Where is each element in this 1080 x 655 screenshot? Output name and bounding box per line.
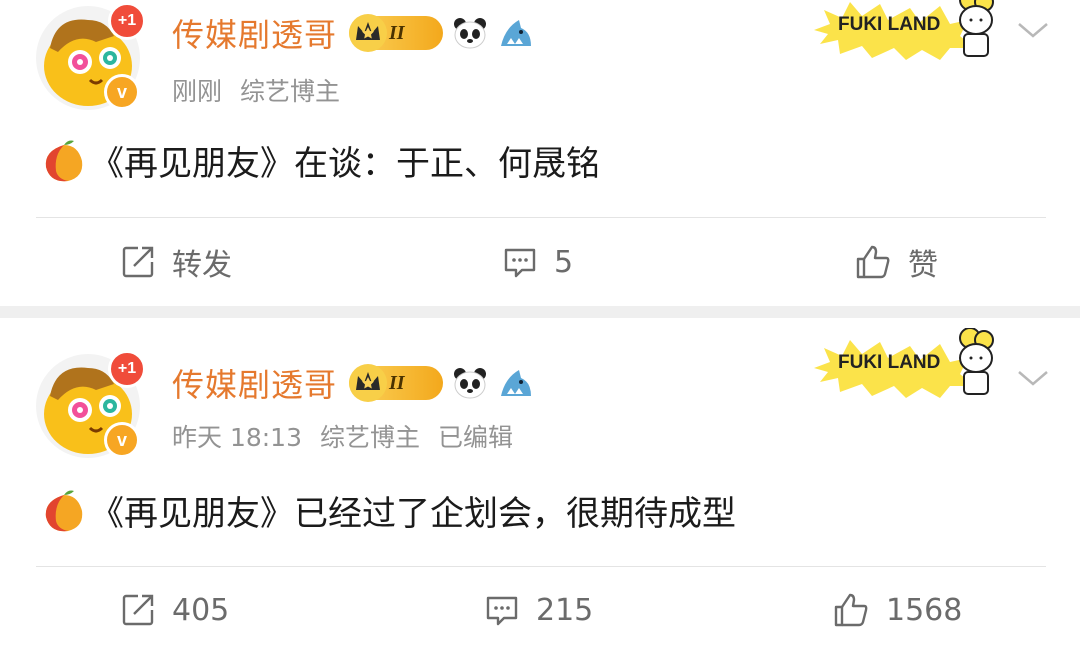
post-content: 《再见朋友》已经过了企划会，很期待成型	[40, 486, 736, 535]
repost-button[interactable]: 转发	[120, 232, 232, 292]
panda-icon	[454, 368, 487, 399]
username[interactable]: 传媒剧透哥	[172, 10, 337, 56]
comment-icon	[486, 596, 518, 626]
avatar[interactable]: +1 v	[36, 2, 146, 110]
fuki-land-card-decoration: FUKI LAND	[814, 328, 994, 398]
shark-icon	[501, 370, 532, 396]
like-label: 赞	[908, 248, 938, 283]
like-count: 1568	[886, 592, 963, 628]
post-text: 《再见朋友》已经过了企划会，很期待成型	[90, 494, 736, 534]
post-text: 《再见朋友》在谈：于正、何晟铭	[90, 144, 600, 184]
shark-icon	[501, 20, 532, 46]
crown-badge-icon	[349, 364, 388, 402]
username[interactable]: 传媒剧透哥	[172, 360, 337, 406]
repost-icon	[122, 594, 154, 626]
like-icon	[856, 245, 890, 279]
divider	[36, 217, 1046, 218]
post-time: 昨天 18:13	[172, 423, 302, 452]
avatar[interactable]: +1 v	[36, 350, 146, 458]
fuki-land-text: FUKI LAND	[838, 14, 940, 35]
like-button[interactable]: 赞	[854, 232, 938, 292]
name-row: 传媒剧透哥 II	[172, 360, 535, 406]
badge-level-text: II	[389, 371, 405, 394]
notification-badge: +1	[108, 350, 146, 388]
post-separator	[0, 306, 1080, 318]
edited-label[interactable]: 已编辑	[438, 418, 513, 454]
comment-button[interactable]: 5	[502, 232, 573, 292]
mango-emoji-icon	[45, 490, 83, 531]
name-row: 传媒剧透哥 II	[172, 10, 535, 56]
comment-count: 215	[536, 592, 594, 628]
repost-icon	[122, 246, 154, 278]
weibo-post-2: +1 v 传媒剧透哥 II 昨天 18:13 综艺博主 已编辑 FUKI LAN…	[0, 318, 1080, 655]
like-icon	[834, 593, 868, 627]
weibo-post-1: +1 v 传媒剧透哥 II 刚刚 综艺博主 FUKI LAND 《再见朋友》在谈…	[0, 0, 1080, 306]
post-meta: 刚刚 综艺博主	[172, 72, 340, 108]
mango-emoji-icon	[45, 140, 83, 181]
comment-count: 5	[554, 244, 574, 280]
like-button[interactable]: 1568	[832, 580, 962, 640]
post-time: 刚刚	[172, 77, 223, 106]
action-bar: 405 215 1568	[0, 580, 1080, 640]
chevron-down-icon[interactable]	[1016, 20, 1050, 40]
repost-count: 405	[172, 592, 230, 628]
chevron-down-icon[interactable]	[1016, 368, 1050, 388]
post-content: 《再见朋友》在谈：于正、何晟铭	[40, 136, 600, 185]
notification-badge: +1	[108, 2, 146, 40]
member-level-badge[interactable]: II	[349, 14, 444, 52]
verified-badge: v	[104, 422, 140, 458]
crown-badge-icon	[349, 14, 388, 52]
member-level-badge[interactable]: II	[349, 364, 444, 402]
badge-level-text: II	[389, 21, 405, 44]
repost-label: 转发	[172, 248, 232, 283]
action-bar: 转发 5 赞	[0, 232, 1080, 292]
fuki-land-text: FUKI LAND	[838, 352, 940, 373]
fuki-land-card-decoration: FUKI LAND	[814, 0, 994, 60]
verified-badge: v	[104, 74, 140, 110]
comment-button[interactable]: 215	[484, 580, 593, 640]
author-category: 综艺博主	[320, 423, 421, 452]
panda-icon	[454, 18, 487, 49]
comment-icon	[504, 248, 536, 278]
divider	[36, 566, 1046, 567]
post-meta: 昨天 18:13 综艺博主 已编辑	[172, 418, 513, 454]
author-category: 综艺博主	[240, 77, 341, 106]
repost-button[interactable]: 405	[120, 580, 229, 640]
